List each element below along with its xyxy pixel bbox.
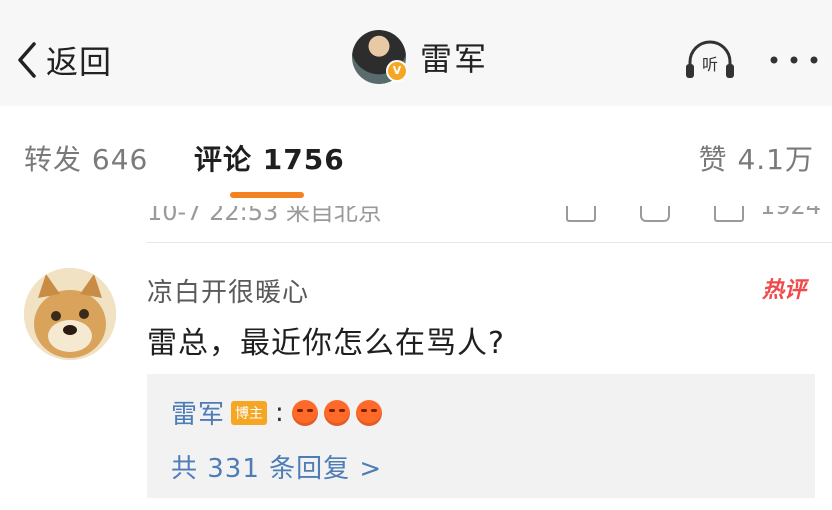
chevron-left-icon bbox=[18, 42, 36, 78]
doge-avatar-image bbox=[24, 268, 116, 360]
reply-preview: 雷军 博主 : bbox=[171, 394, 388, 431]
view-all-replies-link[interactable]: 共 331 条回复 > bbox=[171, 448, 382, 485]
page-title: 雷军 bbox=[420, 40, 489, 78]
angry-emoji-icon bbox=[291, 399, 318, 426]
like-icon[interactable] bbox=[714, 206, 744, 222]
previous-comment-meta: 10-7 22:53 来自北京 1924 bbox=[0, 206, 832, 242]
hot-comment-badge: 热评 bbox=[762, 278, 807, 303]
comment-username[interactable]: 凉白开很暖心 bbox=[147, 272, 309, 309]
divider bbox=[147, 242, 832, 243]
back-label: 返回 bbox=[46, 43, 113, 81]
tab-comment[interactable]: 评论 1756 bbox=[194, 138, 345, 178]
profile-title[interactable]: V 雷军 bbox=[352, 30, 488, 84]
angry-emoji-icon bbox=[355, 399, 382, 426]
active-tab-indicator bbox=[230, 192, 304, 198]
reply-author[interactable]: 雷军 bbox=[171, 394, 225, 431]
previous-comment-timestamp: 10-7 22:53 来自北京 bbox=[147, 206, 382, 226]
tab-like[interactable]: 赞 4.1万 bbox=[699, 138, 814, 178]
tab-repost[interactable]: 转发 646 bbox=[24, 138, 148, 178]
more-dots-icon[interactable] bbox=[766, 46, 822, 74]
reply-colon: : bbox=[275, 397, 284, 428]
angry-emoji-icon bbox=[323, 399, 350, 426]
back-button[interactable]: 返回 bbox=[14, 40, 113, 81]
previous-like-count: 1924 bbox=[760, 206, 822, 220]
blogger-badge: 博主 bbox=[231, 400, 268, 425]
comment-text: 雷总，最近你怎么在骂人? bbox=[147, 326, 505, 361]
headphones-icon[interactable]: 听 bbox=[682, 38, 738, 82]
comment-icon[interactable] bbox=[640, 206, 670, 222]
verified-badge: V bbox=[386, 60, 408, 82]
top-nav-bar: 返回 V 雷军 听 bbox=[0, 0, 832, 106]
avatar[interactable] bbox=[24, 268, 116, 360]
reply-box[interactable]: 雷军 博主 : 共 331 条回复 > bbox=[147, 374, 815, 498]
avatar[interactable]: V bbox=[352, 30, 408, 84]
share-icon[interactable] bbox=[566, 206, 596, 222]
listen-label: 听 bbox=[702, 55, 718, 74]
tab-bar: 转发 646 评论 1756 赞 4.1万 bbox=[0, 106, 832, 206]
